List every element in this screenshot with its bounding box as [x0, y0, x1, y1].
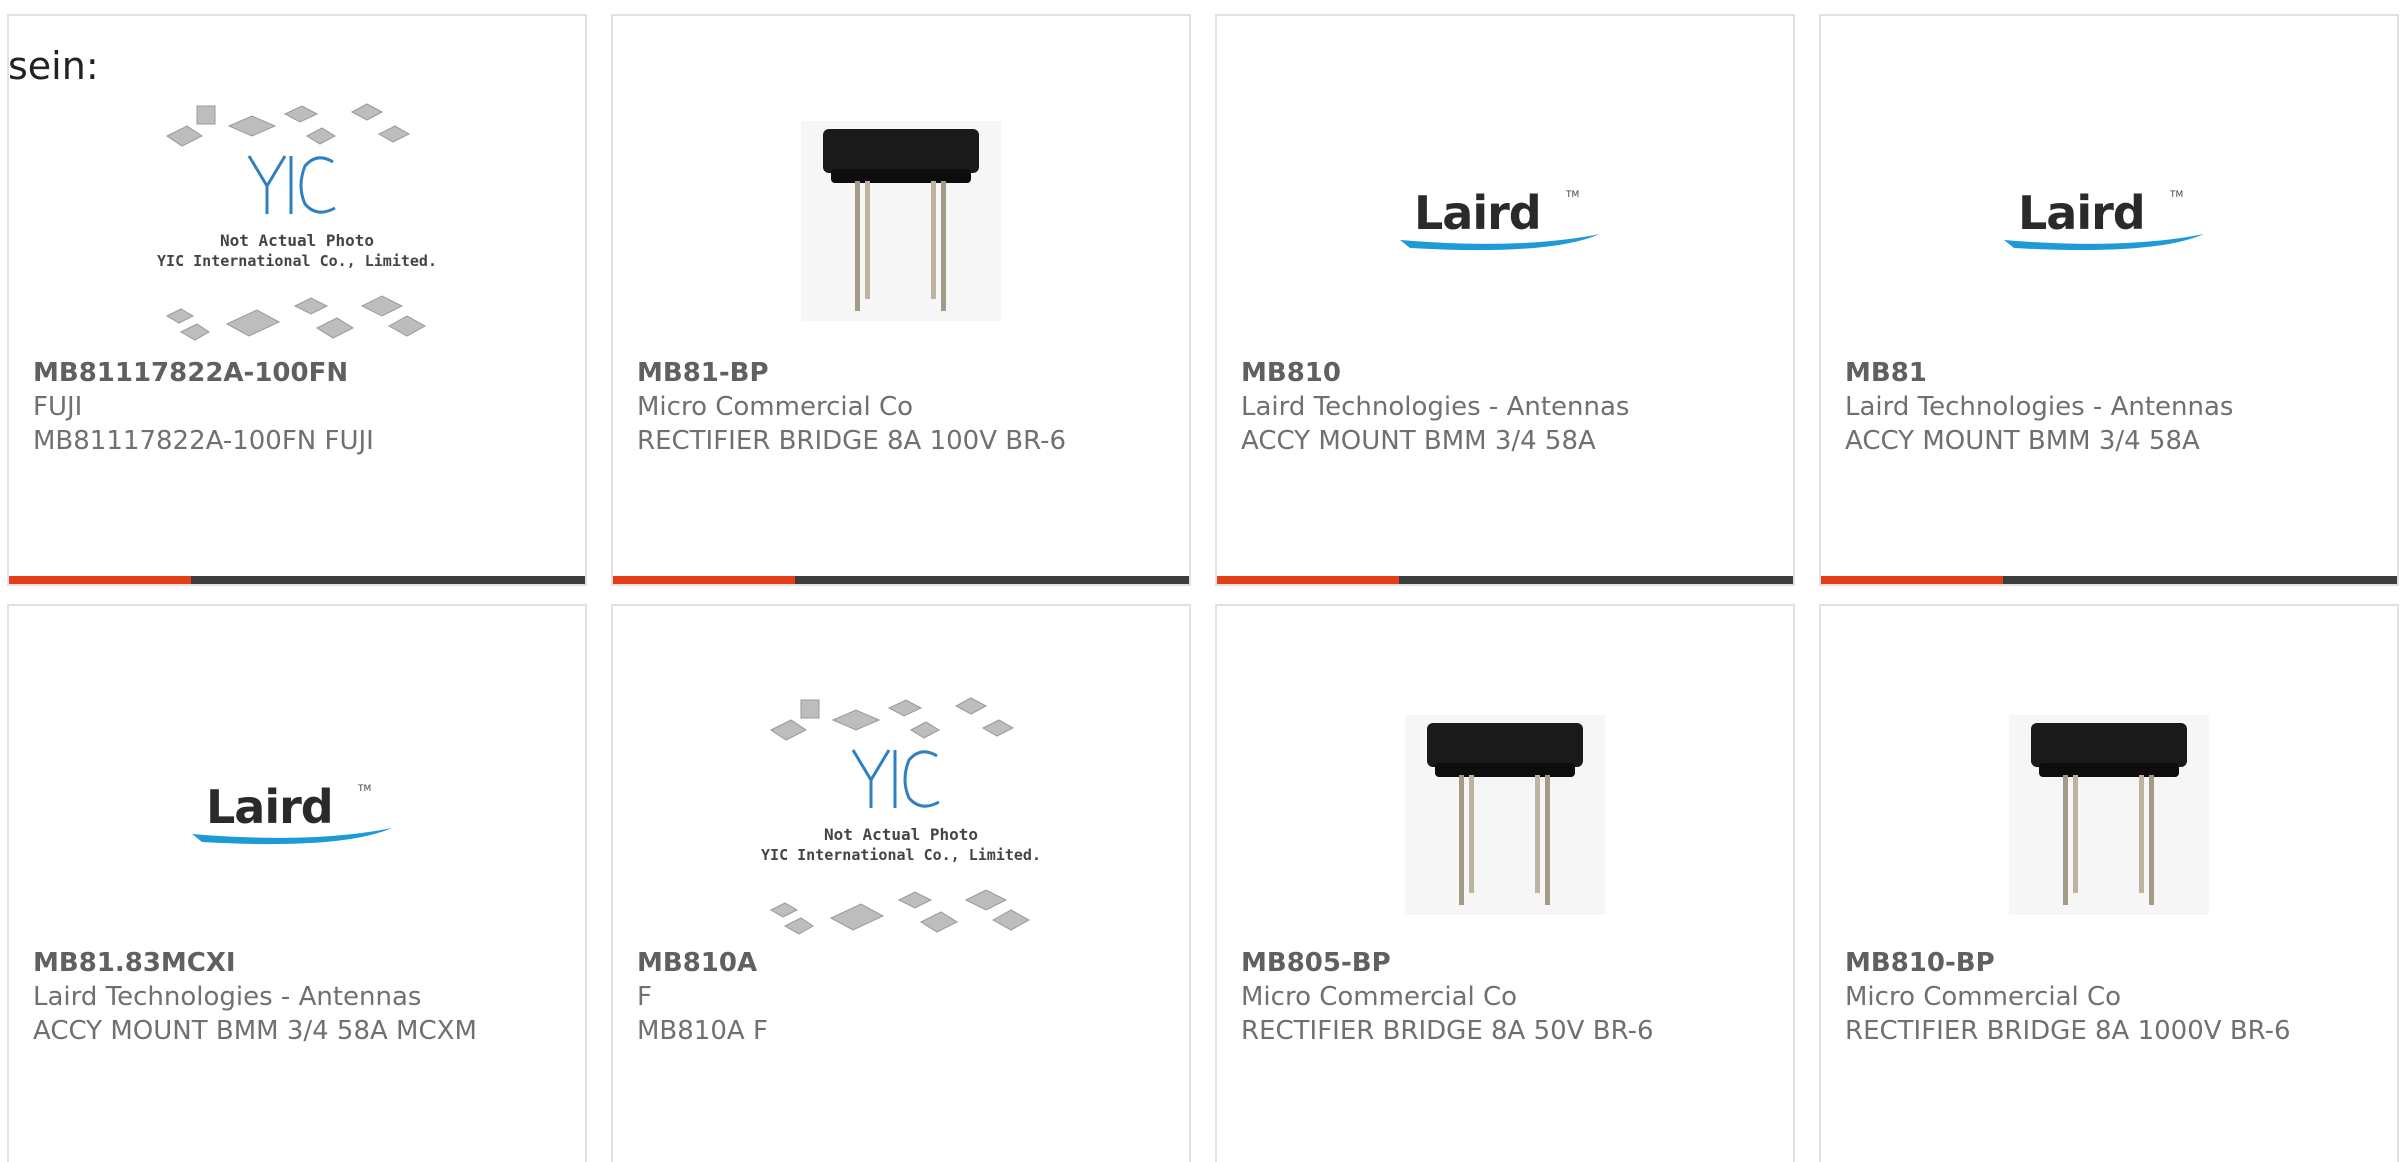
product-info: MB810 Laird Technologies - Antennas ACCY… — [1241, 356, 1693, 458]
product-image[interactable]: Not Actual Photo YIC International Co., … — [613, 680, 1189, 950]
manufacturer: Micro Commercial Co — [1241, 982, 1518, 1012]
product-card[interactable]: Laird TM MB810 Laird Technologies - Ante… — [1215, 14, 1795, 586]
card-bottom-bar — [1821, 576, 2397, 584]
description: RECTIFIER BRIDGE 8A 1000V BR-6 — [1845, 1016, 2291, 1046]
product-card[interactable]: Not Actual Photo YIC International Co., … — [611, 604, 1191, 1162]
product-info: MB810-BP Micro Commercial Co RECTIFIER B… — [1845, 946, 2297, 1048]
product-image[interactable]: Laird TM — [1217, 86, 1793, 356]
card-bottom-bar — [1217, 576, 1793, 584]
card-accent — [613, 576, 795, 584]
product-info: MB810A F MB810A F — [637, 946, 1089, 1048]
manufacturer: Laird Technologies - Antennas — [1241, 392, 1630, 422]
description: ACCY MOUNT BMM 3/4 58A MCXM — [33, 1016, 477, 1046]
laird-logo-icon: Laird TM — [1400, 186, 1610, 256]
product-image[interactable] — [1821, 680, 2397, 950]
part-number-link[interactable]: MB81 — [1845, 356, 2297, 390]
yic-placeholder-icon: Not Actual Photo YIC International Co., … — [157, 103, 437, 341]
manufacturer: Micro Commercial Co — [1845, 982, 2122, 1012]
product-image[interactable] — [1217, 680, 1793, 950]
product-info: MB81117822A-100FN FUJI MB81117822A-100FN… — [33, 356, 485, 458]
card-bottom-bar — [613, 576, 1189, 584]
product-card[interactable]: Laird TM MB81.83MCXI Laird Technologies … — [7, 604, 587, 1162]
part-number-link[interactable]: MB81117822A-100FN — [33, 356, 485, 390]
part-number-link[interactable]: MB81.83MCXI — [33, 946, 485, 980]
manufacturer: Micro Commercial Co — [637, 392, 914, 422]
section-heading: sein: — [8, 44, 99, 88]
description: ACCY MOUNT BMM 3/4 58A — [1845, 426, 2200, 456]
product-card[interactable]: Not Actual Photo YIC International Co., … — [7, 14, 587, 586]
card-bottom-bar — [9, 576, 585, 584]
manufacturer: Laird Technologies - Antennas — [33, 982, 422, 1012]
product-image[interactable]: Laird TM — [1821, 86, 2397, 356]
product-card[interactable]: MB805-BP Micro Commercial Co RECTIFIER B… — [1215, 604, 1795, 1162]
description: RECTIFIER BRIDGE 8A 50V BR-6 — [1241, 1016, 1654, 1046]
product-image[interactable]: Not Actual Photo YIC International Co., … — [9, 86, 585, 356]
svg-text:YIC International Co., Limited: YIC International Co., Limited. — [157, 252, 437, 270]
product-card[interactable]: MB81-BP Micro Commercial Co RECTIFIER BR… — [611, 14, 1191, 586]
product-image[interactable] — [613, 86, 1189, 356]
description: ACCY MOUNT BMM 3/4 58A — [1241, 426, 1596, 456]
card-accent — [1821, 576, 2003, 584]
svg-text:YIC International Co., Limited: YIC International Co., Limited. — [761, 846, 1041, 864]
product-info: MB805-BP Micro Commercial Co RECTIFIER B… — [1241, 946, 1693, 1048]
product-image[interactable]: Laird TM — [9, 680, 585, 950]
bridge-rectifier-icon — [801, 121, 1001, 321]
svg-text:Not Actual Photo: Not Actual Photo — [220, 231, 374, 250]
part-number-link[interactable]: MB805-BP — [1241, 946, 1693, 980]
product-info: MB81-BP Micro Commercial Co RECTIFIER BR… — [637, 356, 1089, 458]
product-info: MB81 Laird Technologies - Antennas ACCY … — [1845, 356, 2297, 458]
description: MB81117822A-100FN FUJI — [33, 426, 374, 456]
product-card[interactable]: MB810-BP Micro Commercial Co RECTIFIER B… — [1819, 604, 2399, 1162]
manufacturer: FUJI — [33, 392, 83, 422]
card-accent — [9, 576, 191, 584]
laird-logo-icon: Laird TM — [2004, 186, 2214, 256]
description: RECTIFIER BRIDGE 8A 100V BR-6 — [637, 426, 1067, 456]
bridge-rectifier-icon — [2009, 715, 2209, 915]
product-card[interactable]: Laird TM MB81 Laird Technologies - Anten… — [1819, 14, 2399, 586]
part-number-link[interactable]: MB810A — [637, 946, 1089, 980]
manufacturer: F — [637, 982, 652, 1012]
product-grid-page: sein: Not Actual Photo YIC International… — [0, 0, 2400, 1162]
manufacturer: Laird Technologies - Antennas — [1845, 392, 2234, 422]
yic-placeholder-icon: Not Actual Photo YIC International Co., … — [761, 697, 1041, 935]
card-accent — [1217, 576, 1399, 584]
description: MB810A F — [637, 1016, 768, 1046]
part-number-link[interactable]: MB810 — [1241, 356, 1693, 390]
product-info: MB81.83MCXI Laird Technologies - Antenna… — [33, 946, 485, 1048]
part-number-link[interactable]: MB810-BP — [1845, 946, 2297, 980]
bridge-rectifier-icon — [1405, 715, 1605, 915]
laird-logo-icon: Laird TM — [192, 780, 402, 850]
svg-text:Not Actual Photo: Not Actual Photo — [824, 825, 978, 844]
part-number-link[interactable]: MB81-BP — [637, 356, 1089, 390]
